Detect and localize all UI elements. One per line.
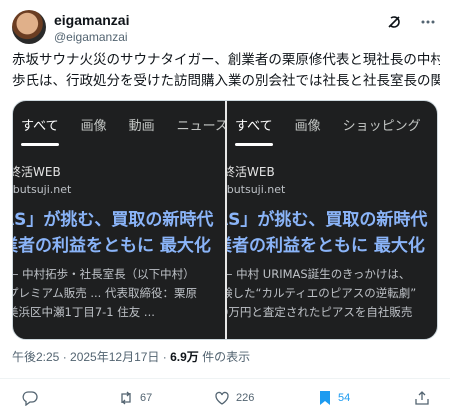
heart-icon [214,390,230,406]
retweet-icon [118,390,134,406]
headline-line: 業者の利益をともに 最大化 [13,236,211,256]
headline-line: 業者の利益をともに 最大化 [227,236,425,256]
result-headline: AS」が挑む、買取の新時代 業者の利益をともに 最大化 [227,207,427,259]
tweet-line: 赤坂サウナ火災のサウナタイガー、創業者の栗原修代表と現社長の中村拓 [12,52,440,68]
avatar[interactable] [12,10,46,44]
screenshot-panel-right: すべて 画像 ショッピング 終活WEB /butsuji.net AS」が挑む、… [227,101,437,339]
snippet-line: — 中村 URIMAS誕生のきっかけは、 [227,267,411,281]
bookmark-icon [318,390,332,406]
snippet-line: 験した“カルティエのピアスの逆転劇” [227,286,417,300]
reply-icon [22,390,38,406]
tweet-line: 歩氏は、行政処分を受けた訪問購入業の別会社では社長と社長室長の関係 [12,73,440,89]
result-site: 終活WEB [227,165,275,179]
like-count: 226 [236,392,255,404]
headline-line: AS」が挑む、買取の新時代 [13,210,214,230]
result-url: /butsuji.net [13,183,72,196]
tab-videos: 動画 [128,119,155,134]
result-headline: AS」が挑む、買取の新時代 業者の利益をともに 最大化 [13,207,213,259]
views-label: 件の表示 [198,350,251,364]
result-snippet: — 中村 URIMAS誕生のきっかけは、 験した“カルティエのピアスの逆転劇” … [227,265,416,322]
tab-all: すべて [21,115,59,146]
tab-news: ニュース [176,119,225,134]
snippet-line: 0万円と査定されたピアスを自社販売 [227,305,413,319]
author-name[interactable]: eigamanzai [54,12,129,28]
snippet-line: 美浜区中瀬1丁目7-1 住友 ... [13,305,155,319]
grok-icon[interactable] [386,14,402,30]
snippet-line: プレミアム販売 ... 代表取締役：栗原 [13,286,197,300]
bookmark-count: 54 [338,392,351,404]
search-tabs: すべて 画像 ショッピング [235,115,421,146]
tab-shopping: ショッピング [342,119,421,134]
more-icon[interactable] [420,14,436,30]
tweet-meta: 午後2:25 · 2025年12月17日 · 6.9万 件の表示 [12,348,250,365]
top-actions [386,14,436,30]
result-url: /butsuji.net [227,183,286,196]
tab-all: すべて [235,115,273,146]
search-tabs: すべて 画像 動画 ニュース [21,115,225,146]
view-count: 6.9万 [170,350,199,364]
retweet-count: 67 [140,392,153,404]
divider [0,378,450,379]
tab-images: 画像 [294,119,321,134]
retweet-button[interactable]: 67 [118,390,152,406]
tweet-text: 赤坂サウナ火災のサウナタイガー、創業者の栗原修代表と現社長の中村拓 歩氏は、行政… [12,50,440,92]
like-button[interactable]: 226 [214,390,254,406]
share-button[interactable] [414,390,430,406]
bookmark-button[interactable]: 54 [318,390,350,406]
share-icon [414,390,430,406]
tweet-image[interactable]: すべて 画像 動画 ニュース 終活WEB /butsuji.net AS」が挑む… [12,100,438,340]
screenshot-panel-left: すべて 画像 動画 ニュース 終活WEB /butsuji.net AS」が挑む… [13,101,225,339]
reply-button[interactable] [22,390,44,406]
snippet-line: — 中村拓歩・社長室長（以下中村） [13,267,195,281]
timestamp[interactable]: 午後2:25 · 2025年12月17日 · [12,350,170,364]
action-bar: 67 226 54 [0,390,450,412]
result-snippet: — 中村拓歩・社長室長（以下中村） プレミアム販売 ... 代表取締役：栗原 美… [13,265,197,322]
tab-images: 画像 [80,119,107,134]
author-handle[interactable]: @eigamanzai [54,30,128,44]
headline-line: AS」が挑む、買取の新時代 [227,210,428,230]
result-site: 終活WEB [13,165,61,179]
